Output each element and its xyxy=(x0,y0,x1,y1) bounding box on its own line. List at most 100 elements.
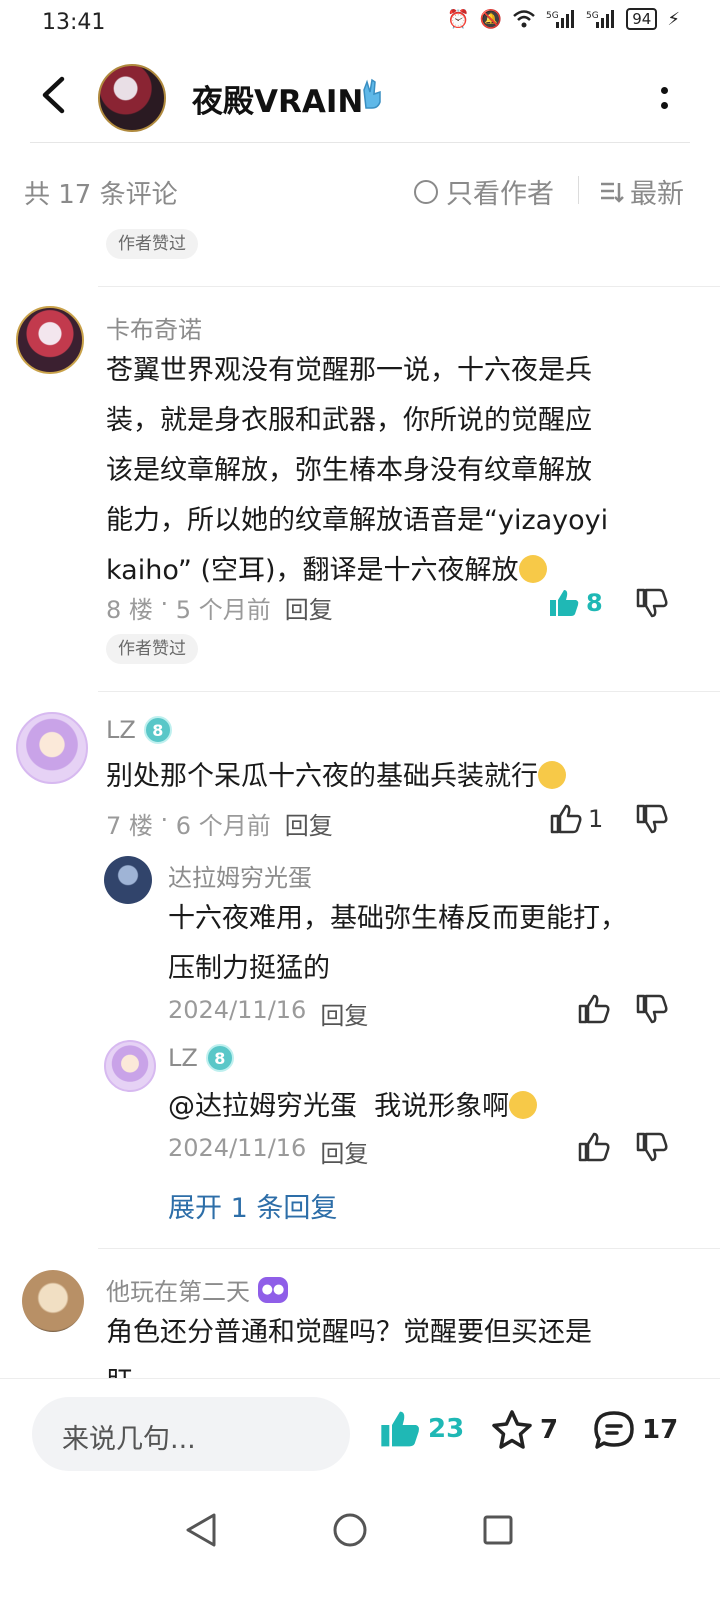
header-divider xyxy=(30,142,690,143)
comment-meta: 7 楼 · 6 个月前 回复 xyxy=(106,806,333,841)
like-button[interactable]: 1 xyxy=(550,804,603,834)
status-time: 13:41 xyxy=(42,10,106,35)
comment-count-bottom: 17 xyxy=(642,1415,679,1445)
reply-text: 十六夜难用，基础弥生椿反而更能打， 压制力挺猛的 xyxy=(168,894,688,994)
post-like-count: 23 xyxy=(428,1414,465,1444)
drooling-emoji-icon xyxy=(518,555,547,583)
dislike-button[interactable] xyxy=(636,588,668,618)
dislike-button[interactable] xyxy=(636,1132,668,1162)
reply-meta: 2024/11/16 回复 xyxy=(168,996,368,1031)
thumbs-down-icon xyxy=(636,994,668,1024)
author-name[interactable]: 夜殿VRAIN xyxy=(192,76,363,121)
author-liked-pill: 作者赞过 xyxy=(106,229,198,259)
back-triangle-icon[interactable] xyxy=(184,1512,218,1548)
more-options-button[interactable] xyxy=(652,78,676,118)
comment-text: 别处那个呆瓜十六夜的基础兵装就行 xyxy=(106,752,686,802)
svg-text:5G: 5G xyxy=(586,11,599,21)
comment-divider xyxy=(98,691,720,692)
reply-line: 十六夜难用，基础弥生椿反而更能打， xyxy=(168,903,627,934)
author-avatar[interactable] xyxy=(98,64,166,132)
comment-count: 共 17 条评论 xyxy=(24,180,178,210)
alarm-icon: ⏰ xyxy=(447,8,470,30)
comment-line: 苍翼世界观没有觉醒那一说，十六夜是兵 xyxy=(106,355,592,386)
like-button[interactable] xyxy=(578,1132,610,1162)
comment-divider xyxy=(98,1248,720,1249)
reply-date: 2024/11/16 xyxy=(168,996,307,1024)
header: 夜殿VRAIN xyxy=(0,58,720,138)
thumbs-up-filled-icon xyxy=(550,590,579,616)
level-badge: 8 xyxy=(143,716,172,744)
sort-separator xyxy=(578,176,579,204)
recents-square-icon[interactable] xyxy=(482,1514,514,1546)
wifi-icon xyxy=(513,10,536,28)
signal-5g-icon-2: 5G xyxy=(586,10,615,28)
comment-input[interactable]: 来说几句... xyxy=(32,1397,350,1471)
back-button[interactable] xyxy=(30,72,76,118)
star-icon xyxy=(492,1410,532,1449)
mute-icon: 🔕 xyxy=(479,8,503,30)
thumbs-up-icon xyxy=(550,804,582,834)
game-controller-badge-icon: ●● xyxy=(258,1276,288,1303)
author-liked-pill: 作者赞过 xyxy=(106,634,198,664)
dislike-button[interactable] xyxy=(636,994,668,1024)
thumbs-down-icon xyxy=(636,1132,668,1162)
reply-line: @达拉姆穷光蛋 我说形象啊 xyxy=(168,1082,688,1132)
favorite-button[interactable]: 7 xyxy=(490,1409,558,1451)
reply-button[interactable]: 回复 xyxy=(320,996,368,1031)
battery-indicator: 94 xyxy=(626,8,658,30)
post-like-button[interactable]: 23 xyxy=(378,1409,464,1449)
crying-emoji-icon xyxy=(509,1091,538,1119)
avatar[interactable] xyxy=(16,306,84,374)
comment-line: 角色还分普通和觉醒吗？觉醒要但买还是 xyxy=(106,1317,592,1348)
avatar[interactable] xyxy=(104,856,152,904)
thumbs-up-filled-icon xyxy=(381,1411,419,1447)
comment-username[interactable]: 卡布奇诺 xyxy=(106,310,202,345)
charging-icon: ⚡ xyxy=(667,8,680,30)
reply-username[interactable]: LZ 8 xyxy=(168,1044,234,1072)
floor-number: 7 楼 xyxy=(106,812,153,840)
comment-time: 6 个月前 xyxy=(175,812,271,840)
avatar[interactable] xyxy=(104,1040,156,1092)
author-only-filter[interactable]: 只看作者 xyxy=(414,172,554,211)
avatar[interactable] xyxy=(16,712,88,784)
comment-line: 肝 xyxy=(106,1358,686,1378)
system-nav-bar xyxy=(0,1490,720,1612)
reply-button[interactable]: 回复 xyxy=(285,806,333,841)
comment-username[interactable]: LZ 8 xyxy=(106,716,172,744)
reply-meta: 2024/11/16 回复 xyxy=(168,1134,368,1169)
comment-time: 5 个月前 xyxy=(175,596,271,624)
reply-button[interactable]: 回复 xyxy=(285,590,333,625)
reply-username[interactable]: 达拉姆穷光蛋 xyxy=(168,858,312,893)
sort-icon xyxy=(601,182,624,203)
peace-hand-badge-icon xyxy=(363,78,381,109)
comment-text: 苍翼世界观没有觉醒那一说，十六夜是兵 装，就是身衣服和武器，你所说的觉醒应 该是… xyxy=(106,346,686,596)
comment-divider xyxy=(98,286,720,287)
reply-line: 压制力挺猛的 xyxy=(168,953,330,984)
thumbs-down-icon xyxy=(636,588,668,618)
home-circle-icon[interactable] xyxy=(332,1512,368,1548)
favorite-count: 7 xyxy=(540,1415,559,1445)
reply-text: @达拉姆穷光蛋 我说形象啊 xyxy=(168,1082,688,1132)
status-icons: ⏰ 🔕 5G 5G 94 ⚡ xyxy=(447,8,680,30)
sort-latest-button[interactable]: 最新 xyxy=(600,172,684,211)
radio-circle-icon xyxy=(414,179,438,204)
thumbs-down-icon xyxy=(636,804,668,834)
bottom-action-bar: 来说几句... 23 7 17 xyxy=(0,1379,720,1489)
dislike-button[interactable] xyxy=(636,804,668,834)
comments-button[interactable]: 17 xyxy=(592,1409,678,1451)
comment-line: 能力，所以她的纹章解放语音是“yizayoyi xyxy=(106,505,609,536)
like-count: 8 xyxy=(586,589,603,617)
like-button[interactable]: 8 xyxy=(548,588,603,618)
like-count: 1 xyxy=(588,805,604,833)
reply-button[interactable]: 回复 xyxy=(320,1134,368,1169)
floor-number: 8 楼 xyxy=(106,596,153,624)
reply-date: 2024/11/16 xyxy=(168,1134,307,1162)
mention-link[interactable]: @达拉姆穷光蛋 xyxy=(168,1091,357,1122)
comment-line: 装，就是身衣服和武器，你所说的觉醒应 xyxy=(106,405,592,436)
level-badge: 8 xyxy=(205,1044,234,1072)
expand-replies-link[interactable]: 展开 1 条回复 xyxy=(168,1186,337,1225)
like-button[interactable] xyxy=(578,994,610,1024)
author-only-label: 只看作者 xyxy=(446,179,554,210)
crying-emoji-icon xyxy=(538,761,566,789)
comment-input-placeholder: 来说几句... xyxy=(62,1424,196,1455)
